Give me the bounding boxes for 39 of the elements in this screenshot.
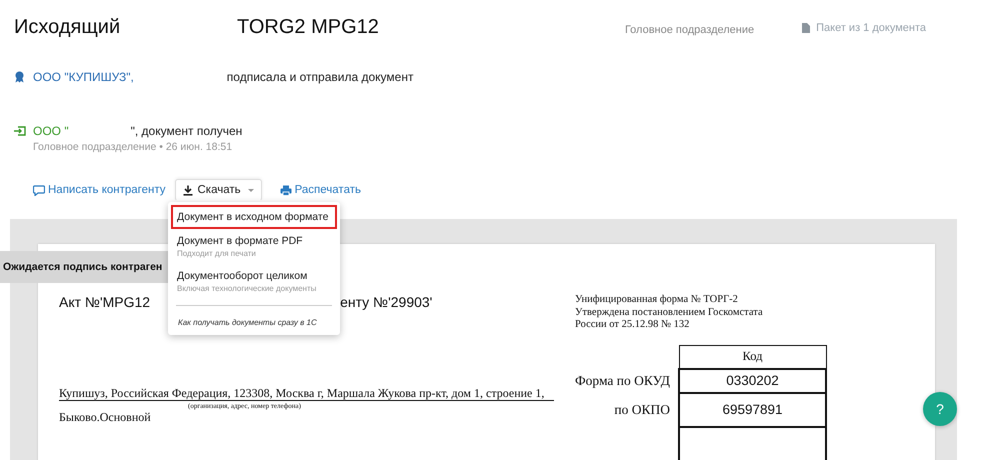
menu-item-hint: Подходит для печати	[177, 249, 257, 258]
download-icon	[182, 184, 192, 196]
caret-icon	[248, 188, 254, 192]
menu-item[interactable]: Документ в исходном формате	[171, 205, 337, 229]
seal-icon	[14, 71, 25, 83]
organization-name: ООО "	[33, 124, 69, 138]
document-title: енту №'29903'	[340, 294, 432, 310]
document-name: TORG2 MPG12	[237, 16, 379, 39]
table-cell: 69597891	[679, 392, 826, 426]
file-icon	[802, 23, 810, 33]
organization-name[interactable]: ООО "КУПИШУЗ",	[33, 70, 134, 84]
menu-item-label: Документ в формате PDF	[177, 235, 303, 247]
print-link[interactable]: Распечатать	[280, 181, 361, 199]
status-text: Ожидается подпись контраген	[3, 261, 162, 273]
code-label: Форма по ОКУД	[575, 372, 670, 388]
table-cell: 0330202	[679, 368, 826, 392]
code-label: по ОКПО	[614, 402, 670, 416]
menu-item[interactable]: Документ в формате PDF Подходит для печати	[171, 229, 337, 264]
menu-item-hint: Включая технологические документы	[177, 284, 318, 293]
event-meta: Головное подразделение • 26 июн. 18:51	[33, 141, 234, 153]
event-text: подписала и отправила документ	[226, 70, 414, 84]
organization-address: Купишуз, Российская Федерация, 123308, Москва г, Маршала Жукова пр-кт, дом 1, строение 1,	[59, 386, 554, 401]
chat-icon	[33, 184, 45, 196]
message-link[interactable]: Написать контрагенту	[33, 181, 166, 199]
form-note: Утверждена постановлением Госкомстата	[575, 306, 764, 319]
form-note: России от 25.12.98 № 132	[575, 319, 690, 332]
form-note: Унифицированная форма № ТОРГ-2	[575, 294, 739, 306]
table-header: Код	[679, 345, 826, 368]
menu-item[interactable]: Документооборот целиком Включая технологические документы	[171, 264, 337, 299]
division-name: Быково.Основной	[59, 410, 152, 425]
printer-icon	[280, 184, 292, 196]
department-label: Головное подразделение	[624, 24, 754, 36]
inbox-arrow-icon	[14, 126, 26, 136]
event-text: ", документ получен	[130, 124, 242, 138]
page-title: Исходящий	[14, 16, 122, 39]
document-title: Акт №'MPG12	[59, 294, 150, 310]
download-button[interactable]: Скачать	[174, 179, 262, 201]
help-link[interactable]: Как получать документы сразу в 1С	[178, 318, 330, 327]
menu-item-label: Документооборот целиком	[177, 270, 308, 282]
